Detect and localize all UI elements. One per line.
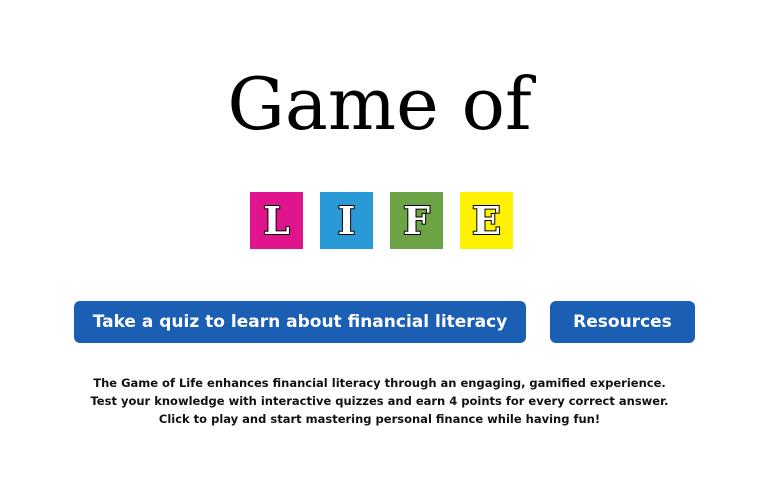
logo-tile-f: F <box>390 192 443 249</box>
resources-button[interactable]: Resources <box>550 301 695 343</box>
life-logo: L I F E <box>250 192 513 249</box>
description-line: Click to play and start mastering person… <box>158 412 601 426</box>
logo-tile-i: I <box>320 192 373 249</box>
description-line: Test your knowledge with interactive qui… <box>90 394 669 408</box>
page: Game of L I F E Take a quiz to learn abo… <box>0 0 759 499</box>
take-quiz-button[interactable]: Take a quiz to learn about financial lit… <box>74 301 526 343</box>
logo-tile-e: E <box>460 192 513 249</box>
page-title: Game of <box>227 62 532 146</box>
logo-tile-l: L <box>250 192 303 249</box>
description-line: The Game of Life enhances financial lite… <box>93 376 666 390</box>
description: The Game of Life enhances financial lite… <box>0 374 759 428</box>
